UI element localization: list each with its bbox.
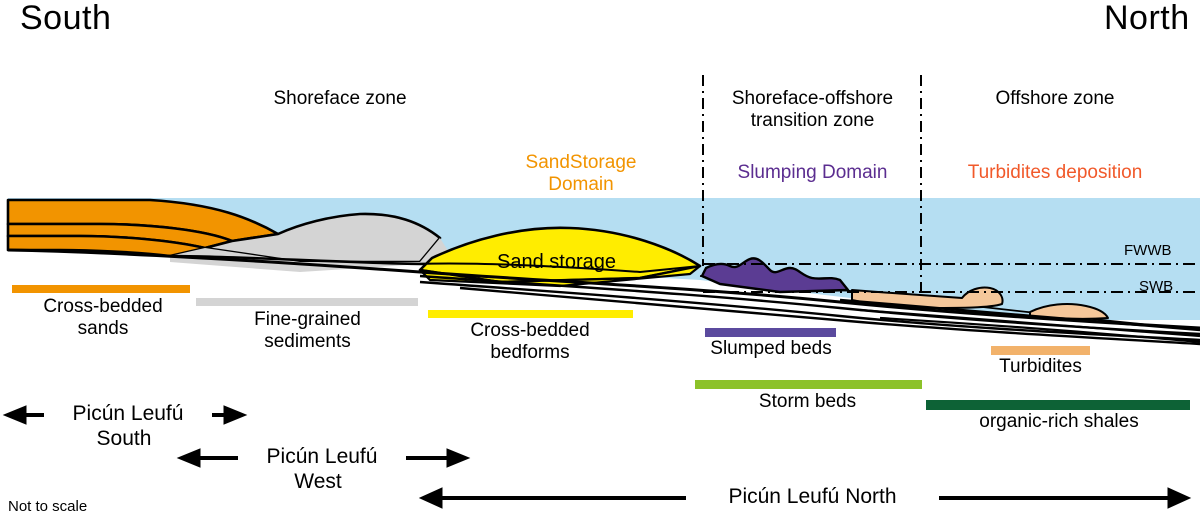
- arrow-north-head-right: [1167, 487, 1192, 509]
- legend-swatch-cross-bedded-sands: [12, 285, 190, 293]
- sand-storage-inline-label: Sand storage: [497, 251, 616, 273]
- legend-label-organic-rich-shales: organic-rich shales: [979, 411, 1139, 432]
- compass-label-south: South: [20, 0, 112, 37]
- extent-label-picun-leufu-west: Picún Leufú: [238, 445, 406, 469]
- extent-label-picun-leufu-north: Picún Leufú North: [686, 485, 939, 509]
- compass-label-north: North: [1104, 0, 1190, 37]
- extent-label-picun-leufu-south: Picún Leufú: [44, 402, 212, 426]
- fwwb-label: FWWB: [1124, 242, 1172, 259]
- arrow-west-head-left: [176, 448, 201, 468]
- not-to-scale-note: Not to scale: [8, 498, 88, 515]
- legend-label-cross-bedded-sands: Cross-bedded sands: [43, 296, 163, 340]
- domain-title-turbidites: Turbidites deposition: [967, 162, 1143, 183]
- extent-sublabel-picun-leufu-south: South: [96, 427, 152, 450]
- legend-swatch-slumped-beds: [705, 328, 836, 337]
- domain-title-slumping: Slumping Domain: [737, 162, 888, 183]
- zone-title-offshore: Offshore zone: [995, 88, 1115, 109]
- legend-swatch-storm-beds: [695, 380, 922, 389]
- extent-sublabel-picun-leufu-west: West: [294, 470, 342, 493]
- arrow-north-head-left: [418, 487, 443, 509]
- legend-label-slumped-beds: Slumped beds: [710, 338, 832, 359]
- legend-swatch-cross-bedded-bedforms: [428, 310, 633, 318]
- arrow-south-head-right: [223, 405, 248, 425]
- zone-title-shoreface: Shoreface zone: [273, 88, 407, 109]
- legend-label-fine-grained-sediments: Fine-grained sediments: [254, 309, 361, 353]
- swb-label: SWB: [1139, 278, 1174, 295]
- legend-label-storm-beds: Storm beds: [758, 391, 857, 412]
- arrow-south-head-left: [2, 405, 27, 425]
- legend-swatch-fine-grained-sediments: [196, 298, 418, 306]
- geological-cross-section-figure: South North Shoreface zone Shoreface-off…: [0, 0, 1200, 522]
- legend-swatch-organic-rich-shales: [926, 400, 1190, 410]
- legend-label-turbidites: Turbidites: [999, 356, 1082, 377]
- zone-title-transition: Shoreface-offshore transition zone: [731, 88, 894, 132]
- arrow-west-head-right: [446, 448, 471, 468]
- legend-swatch-turbidites: [991, 346, 1090, 355]
- domain-title-sand-storage: SandStorage Domain: [525, 152, 637, 196]
- legend-label-cross-bedded-bedforms: Cross-bedded bedforms: [470, 320, 590, 364]
